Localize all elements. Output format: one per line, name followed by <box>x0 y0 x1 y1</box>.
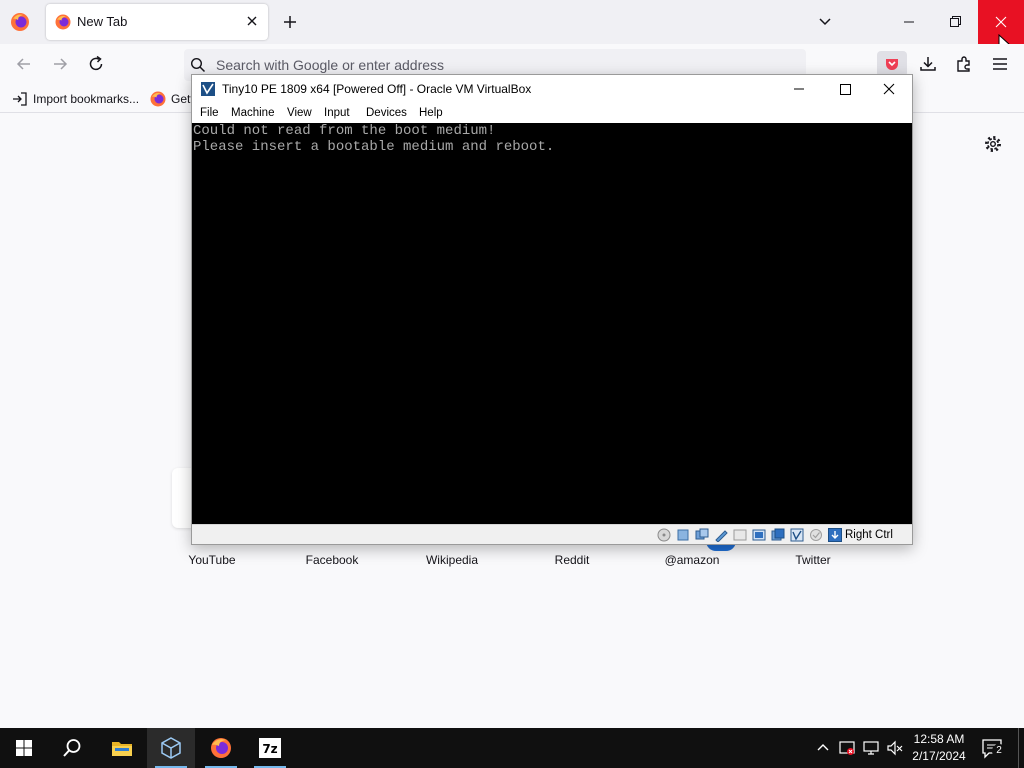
windows-logo-icon <box>16 740 32 756</box>
close-icon <box>883 83 895 95</box>
bookmark-label: Import bookmarks... <box>33 92 140 106</box>
display-icon[interactable] <box>771 528 785 542</box>
downloads-icon[interactable] <box>918 54 938 74</box>
menu-input[interactable]: Input <box>324 107 350 119</box>
mouse-integration-icon[interactable] <box>809 528 823 542</box>
network-icon[interactable] <box>862 739 880 757</box>
taskbar-7zip[interactable]: 7z <box>246 728 294 768</box>
firefox-icon <box>211 738 231 758</box>
host-key-indicator[interactable]: Right Ctrl <box>828 528 893 542</box>
notification-count-badge: 2 <box>992 744 1006 758</box>
clock-time: 12:58 AM <box>913 732 965 746</box>
shortcut-label-reddit[interactable]: Reddit <box>517 553 627 567</box>
network-icon[interactable] <box>714 528 728 542</box>
shortcut-label-amazon[interactable]: @amazon <box>637 553 747 567</box>
virtualbox-icon <box>201 82 215 96</box>
vm-display[interactable]: Could not read from the boot medium! Ple… <box>192 123 912 524</box>
vm-close-button[interactable] <box>866 75 912 103</box>
menu-machine[interactable]: Machine <box>231 107 274 119</box>
vm-status-bar: Right Ctrl <box>192 524 912 544</box>
shortcut-label-facebook[interactable]: Facebook <box>277 553 387 567</box>
minimize-button[interactable] <box>886 0 932 44</box>
start-button[interactable] <box>0 728 48 768</box>
bookmark-import[interactable]: Import bookmarks... <box>12 90 139 108</box>
back-icon[interactable] <box>14 54 34 74</box>
shortcut-label-youtube[interactable]: YouTube <box>157 553 267 567</box>
optical-drive-icon[interactable] <box>676 528 690 542</box>
show-desktop-button[interactable] <box>1018 728 1024 768</box>
reload-icon[interactable] <box>86 54 106 74</box>
tab-new-tab[interactable]: New Tab <box>46 4 268 40</box>
close-tab-icon[interactable] <box>244 13 260 29</box>
search-button[interactable] <box>48 728 96 768</box>
audio-icon[interactable] <box>695 528 709 542</box>
restore-button[interactable] <box>932 0 978 44</box>
menu-devices[interactable]: Devices <box>366 107 407 119</box>
menu-help[interactable]: Help <box>419 107 443 119</box>
search-icon <box>190 57 206 73</box>
usb-icon[interactable] <box>733 528 747 542</box>
firefox-icon <box>55 14 71 30</box>
shortcut-label-wikipedia[interactable]: Wikipedia <box>397 553 507 567</box>
gear-icon[interactable] <box>983 134 1003 154</box>
shortcut-label-twitter[interactable]: Twitter <box>758 553 868 567</box>
taskbar-firefox[interactable] <box>197 728 245 768</box>
search-icon <box>63 739 81 757</box>
menu-file[interactable]: File <box>200 107 219 119</box>
console-line: Please insert a bootable medium and rebo… <box>193 139 555 155</box>
hard-disk-icon[interactable] <box>657 528 671 542</box>
virtualbox-vm-window: Tiny10 PE 1809 x64 [Powered Off] - Oracl… <box>191 74 913 545</box>
system-clock[interactable]: 12:58 AM 2/17/2024 <box>906 731 972 765</box>
extensions-icon[interactable] <box>954 54 974 74</box>
import-icon <box>13 92 27 106</box>
vm-maximize-button[interactable] <box>822 75 868 103</box>
windows-taskbar: 7z 12:58 AM 2/17/2024 2 <box>0 728 1024 768</box>
chevron-up-icon[interactable] <box>814 739 832 757</box>
console-line: Could not read from the boot medium! <box>193 123 496 139</box>
vm-minimize-button[interactable] <box>776 75 822 103</box>
new-tab-button[interactable] <box>280 12 300 32</box>
firefox-menu-icon[interactable] <box>10 12 30 32</box>
clock-date: 2/17/2024 <box>912 749 966 763</box>
firefox-icon <box>150 91 166 107</box>
address-input[interactable] <box>216 55 776 75</box>
volume-muted-icon[interactable] <box>886 739 904 757</box>
bookmark-getting-started[interactable]: Gett <box>150 90 194 108</box>
7zip-label: 7z <box>262 742 277 756</box>
keyboard-capture-icon <box>828 528 842 542</box>
security-icon[interactable] <box>838 739 856 757</box>
tab-title: New Tab <box>77 14 128 29</box>
minimize-icon <box>904 21 914 23</box>
vm-menu-bar: File Machine View Input Devices Help <box>192 103 912 123</box>
shared-folders-icon[interactable] <box>752 528 766 542</box>
host-key-label: Right Ctrl <box>845 529 893 541</box>
list-all-tabs-icon[interactable] <box>815 12 835 32</box>
forward-icon[interactable] <box>50 54 70 74</box>
tab-strip: New Tab <box>0 0 1024 54</box>
maximize-icon <box>840 84 851 95</box>
recording-icon[interactable] <box>790 528 804 542</box>
taskbar-virtualbox[interactable] <box>147 728 195 768</box>
virtualbox-icon <box>161 737 181 759</box>
menu-view[interactable]: View <box>287 107 312 119</box>
7zip-icon: 7z <box>259 738 281 758</box>
vm-window-title: Tiny10 PE 1809 x64 [Powered Off] - Oracl… <box>222 82 532 96</box>
minimize-icon <box>794 88 804 90</box>
vm-title-bar[interactable]: Tiny10 PE 1809 x64 [Powered Off] - Oracl… <box>192 75 912 103</box>
app-menu-icon[interactable] <box>990 54 1010 74</box>
file-explorer-button[interactable] <box>98 728 146 768</box>
folder-icon <box>112 742 132 756</box>
restore-icon <box>950 16 961 27</box>
